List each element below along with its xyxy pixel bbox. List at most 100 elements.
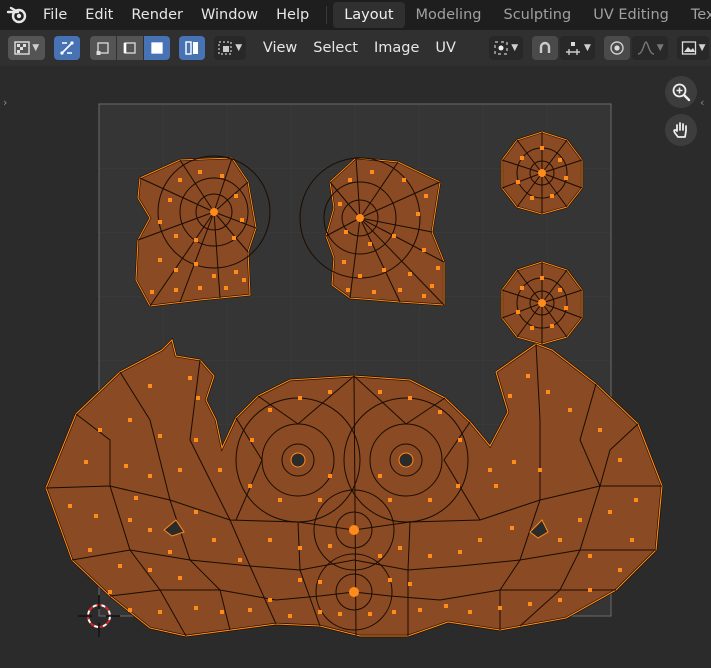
header-menu-image[interactable]: Image [366,32,427,64]
uv-face-dot [392,234,396,238]
uv-face-dot [250,438,254,442]
uv-face-dot [402,178,406,182]
uv-face-dot [368,612,372,616]
uv-face-dot [528,602,532,606]
uv-face-dot [178,576,182,580]
chevron-down-icon: ▼ [584,43,591,53]
uv-face-dot [128,518,132,522]
uv-face-dot [418,608,422,612]
uv-face-dot [388,498,392,502]
uv-face-dot [158,434,162,438]
header-menu-select[interactable]: Select [305,32,366,64]
uv-face-dot [516,310,520,314]
edge-select-button[interactable] [116,36,143,60]
uv-face-dot [134,496,138,500]
uv-editor-viewport[interactable]: › ‹ [0,66,711,668]
uv-face-dot [618,458,622,462]
proportional-icon [610,41,625,55]
uv-face-dot [530,326,534,330]
uv-face-dot [378,554,382,558]
proportional-editing-button[interactable] [604,36,631,60]
header-menu-uv[interactable]: UV [427,32,464,64]
uv-canvas[interactable] [0,66,711,668]
uv-face-dot [328,544,332,548]
tab-sculpting[interactable]: Sculpting [492,2,582,28]
uv-face-dot [338,612,342,616]
uv-face-dot [298,396,302,400]
uv-face-dot [538,468,542,472]
sidebar-expand-arrow-icon[interactable]: ‹ [700,96,704,109]
pivot-point-button[interactable]: ▼ [488,36,523,60]
uv-face-dot [220,174,224,178]
chevron-down-icon: ▼ [235,43,243,53]
uv-face-dot [198,170,202,174]
menu-window[interactable]: Window [192,0,267,30]
uv-face-dot [558,598,562,602]
menu-render[interactable]: Render [122,0,192,30]
tab-texture-paint[interactable]: Textu [680,2,711,28]
uv-face-dot [598,428,602,432]
uv-face-dot [148,474,152,478]
uv-face-dot [338,202,342,206]
chevron-down-icon: ▼ [32,43,40,53]
uv-face-dot [328,474,332,478]
uv-face-dot [148,568,152,572]
uv-face-dot [178,178,182,182]
uv-face-dot [478,538,482,542]
menu-file[interactable]: File [34,0,76,30]
uv-face-dot [540,276,544,280]
uv-face-dot [558,288,562,292]
uv-face-dot [158,220,162,224]
header-menu-view[interactable]: View [255,32,305,64]
blender-logo-icon[interactable] [0,0,34,30]
island-select-icon [184,41,198,55]
uv-face-dot [278,498,282,502]
pan-button[interactable] [665,114,697,146]
uv-face-dot [68,504,72,508]
uv-face-dot [174,234,178,238]
tab-modeling[interactable]: Modeling [405,2,493,28]
zoom-icon [672,83,691,102]
image-browse-button[interactable]: ▼ [677,36,710,60]
uv-face-dot [248,484,252,488]
uv-face-dot [344,230,348,234]
uv-face-dot [494,484,498,488]
sticky-select-button[interactable]: ▼ [213,36,246,60]
menu-help[interactable]: Help [267,0,318,30]
uv-face-dot [398,546,402,550]
uv-face-dot [124,464,128,468]
uv-face-dot [220,610,224,614]
uv-face-dot [194,238,198,242]
uv-face-dot [196,396,200,400]
uv-face-dot [398,288,402,292]
snap-target-button[interactable]: ▼ [559,36,596,60]
uv-face-dot [564,176,568,180]
uv-face-dot [194,606,198,610]
island-select-button[interactable] [178,36,205,60]
uv-face-dot [148,528,152,532]
toolbar-expand-arrow-icon[interactable]: › [3,96,7,109]
uv-face-dot [194,438,198,442]
tab-layout[interactable]: Layout [333,2,405,28]
uv-face-dot [240,218,244,222]
uv-face-dot [458,438,462,442]
uv-face-dot [128,608,132,612]
proportional-falloff-button[interactable]: ▼ [632,36,668,60]
zoom-button[interactable] [665,76,697,108]
uv-face-dot [388,578,392,582]
editor-type-button[interactable]: ▼ [8,36,46,60]
uv-face-dot [234,270,238,274]
snap-toggle-button[interactable] [531,36,558,60]
tab-uv-editing[interactable]: UV Editing [582,2,680,28]
uv-face-dot [520,156,524,160]
menu-edit[interactable]: Edit [76,0,122,30]
uv-face-dot [634,498,638,502]
uv-face-dot [370,170,374,174]
uv-face-dot [288,614,292,618]
uv-face-dot [550,194,554,198]
vertex-select-button[interactable] [89,36,116,60]
uv-face-dot [456,484,460,488]
uv-sync-selection-button[interactable] [54,36,81,60]
uv-face-dot [148,384,152,388]
face-select-button[interactable] [143,36,170,60]
